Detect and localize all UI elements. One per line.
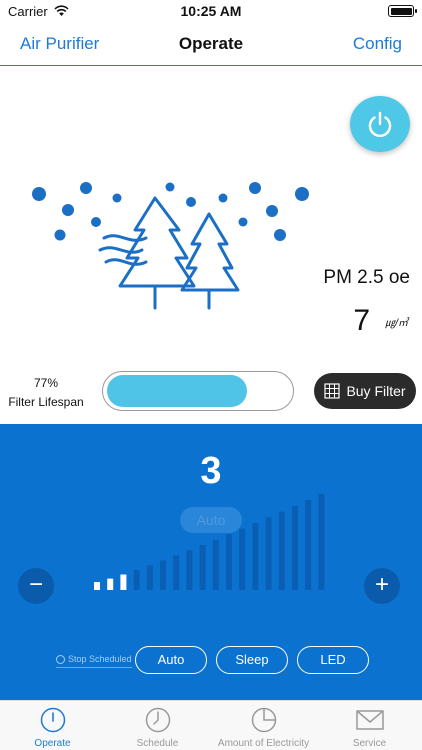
fan-speed-bar[interactable]: [252, 523, 259, 590]
tab-operate[interactable]: Operate: [0, 705, 105, 749]
nav-bar: Air Purifier Operate Config: [0, 22, 422, 66]
buy-filter-button[interactable]: Buy Filter: [314, 373, 416, 409]
fan-speed-bar[interactable]: [226, 534, 232, 590]
stop-scheduled-toggle[interactable]: Stop Scheduled: [56, 654, 132, 668]
filter-progress-bar: [102, 371, 294, 411]
fan-speed-bar[interactable]: [133, 570, 140, 590]
fan-speed-bar[interactable]: [292, 505, 298, 590]
battery-icon: [388, 5, 417, 17]
fan-speed-bar[interactable]: [107, 578, 114, 590]
power-icon: [368, 111, 392, 138]
status-time: 10:25 AM: [180, 3, 242, 19]
tab-label: Schedule: [136, 738, 179, 749]
fan-speed-bar[interactable]: [146, 565, 153, 590]
fan-speed-bar[interactable]: [239, 528, 246, 590]
tab-electricity[interactable]: Amount of Electricity: [211, 705, 316, 749]
fan-speed-bar[interactable]: [278, 511, 285, 590]
led-button[interactable]: LED: [297, 646, 369, 674]
clock-icon: [145, 707, 170, 733]
filter-lifespan-label: Filter Lifespan: [8, 395, 84, 409]
tab-label: Amount of Electricity: [217, 738, 310, 749]
filter-progress-fill: [107, 375, 247, 407]
fan-speed-bar[interactable]: [305, 499, 312, 590]
fan-speed-bar[interactable]: [160, 560, 166, 591]
fan-speed-bar[interactable]: [186, 550, 193, 590]
tab-label: Operate: [34, 738, 71, 749]
fan-speed-bar[interactable]: [199, 545, 206, 590]
status-bar: Carrier 10:25 AM: [0, 0, 422, 22]
fan-speed-bar[interactable]: [94, 582, 100, 590]
tab-label: Service: [352, 738, 387, 749]
pie-chart-icon: [251, 707, 276, 733]
mail-icon: [355, 710, 384, 730]
trees-icon: [32, 182, 309, 310]
fan-speed-bar[interactable]: [318, 494, 325, 590]
stop-scheduled-label: Stop Scheduled: [68, 654, 132, 664]
pm-value: 7: [353, 304, 370, 337]
sleep-button[interactable]: Sleep: [216, 646, 288, 674]
pm-label: PM 2.5 oe: [323, 267, 410, 288]
fan-control-panel: 3 Auto − + Stop Scheduled Auto Sleep LED: [0, 424, 422, 700]
fan-speed-bar[interactable]: [212, 539, 219, 590]
filter-percent: 77%: [33, 376, 59, 390]
power-button[interactable]: [350, 96, 410, 152]
buy-filter-label: Buy Filter: [346, 383, 406, 399]
pm-unit: ㎍/㎥: [385, 318, 408, 329]
power-icon: [40, 707, 65, 733]
air-illustration: [24, 178, 324, 318]
config-button[interactable]: Config: [353, 34, 402, 54]
decrease-button[interactable]: −: [18, 568, 54, 604]
tab-schedule[interactable]: Schedule: [105, 705, 210, 749]
fan-speed-bar[interactable]: [120, 574, 127, 591]
increase-button[interactable]: +: [364, 568, 400, 604]
auto-button[interactable]: Auto: [135, 646, 207, 674]
fan-speed-bar[interactable]: [265, 517, 272, 590]
fan-speed-bar[interactable]: [173, 555, 180, 590]
clock-icon: [56, 654, 65, 664]
tab-service[interactable]: Service: [317, 705, 422, 749]
grid-icon: [324, 383, 341, 399]
tab-bar: Operate Schedule Amount of Electricity S…: [0, 700, 422, 750]
